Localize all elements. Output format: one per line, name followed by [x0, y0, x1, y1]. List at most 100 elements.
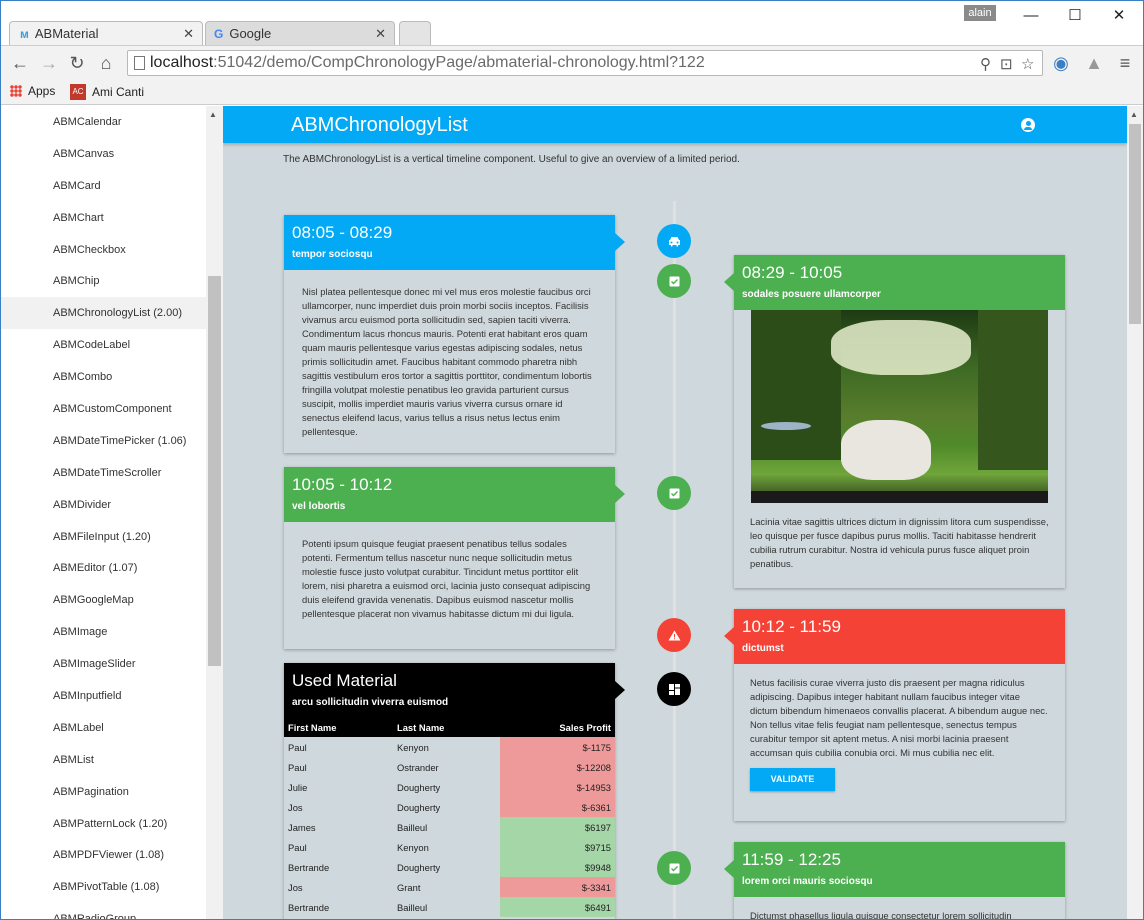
forward-button[interactable]: →	[39, 53, 59, 73]
timeline-card-4: 10:12 - 11:59 dictumst Netus facilisis c…	[724, 609, 1065, 821]
table-cell: Grant	[392, 877, 500, 897]
table-row[interactable]: Bertrande Dougherty $9948	[284, 857, 615, 877]
sidebar-item[interactable]: ABMRadioGroup	[1, 903, 206, 919]
sidebar-item[interactable]: ABMList	[1, 744, 206, 776]
card-title: 11:59 - 12:25	[742, 850, 841, 869]
sidebar-item[interactable]: ABMDivider	[1, 489, 206, 521]
scroll-up-arrow-icon[interactable]: ▲	[209, 110, 217, 119]
sidebar-item[interactable]: ABMGoogleMap	[1, 584, 206, 616]
bookmark-star-icon[interactable]: ☆	[1021, 55, 1034, 73]
sidebar-item[interactable]: ABMEditor (1.07)	[1, 552, 206, 584]
sidebar-item[interactable]: ABMCanvas	[1, 138, 206, 170]
page-icon	[134, 56, 145, 70]
bookmarks-bar: Apps AC Ami Canti	[1, 80, 1143, 105]
table-row[interactable]: Bertrande Bailleul $6491	[284, 897, 615, 917]
sidebar-item[interactable]: ABMDateTimePicker (1.06)	[1, 425, 206, 457]
sidebar-item[interactable]: ABMChart	[1, 202, 206, 234]
dashboard-icon	[657, 672, 691, 706]
table-cell: Paul	[284, 757, 393, 777]
sidebar-item[interactable]: ABMPivotTable (1.08)	[1, 871, 206, 903]
assignment-check-icon	[657, 851, 691, 885]
sidebar-item[interactable]: ABMCard	[1, 170, 206, 202]
timeline-card-6: 11:59 - 12:25 lorem orci mauris sociosqu…	[724, 842, 1065, 920]
main-scrollbar[interactable]: ▲	[1127, 106, 1143, 919]
card-title: 08:05 - 08:29	[292, 223, 393, 242]
back-button[interactable]: ←	[10, 53, 30, 73]
table-row[interactable]: Paul Kenyon $-1175	[284, 737, 615, 757]
close-window-button[interactable]: ✕	[1097, 5, 1141, 27]
sidebar-item[interactable]: ABMInputfield	[1, 680, 206, 712]
tab-google[interactable]: G Google ✕	[205, 21, 395, 45]
sidebar-item[interactable]: ABMImage	[1, 616, 206, 648]
sidebar-item[interactable]: ABMPDFViewer (1.08)	[1, 839, 206, 871]
sidebar-item[interactable]: ABMImageSlider	[1, 648, 206, 680]
sidebar-item[interactable]: ABMDateTimeScroller	[1, 457, 206, 489]
table-row[interactable]: James Bailleul $6197	[284, 817, 615, 837]
validate-button[interactable]: VALIDATE	[750, 768, 835, 791]
sidebar-nav: ABMCalendar ABMCanvas ABMCard ABMChart ABMCh…	[1, 106, 206, 919]
sidebar-item[interactable]: ABMPagination	[1, 776, 206, 808]
profile-badge[interactable]: alain	[964, 5, 996, 21]
home-button[interactable]: ⌂	[96, 53, 116, 73]
main-scroll-thumb[interactable]	[1129, 124, 1141, 324]
sidebar-item[interactable]: ABMCodeLabel	[1, 329, 206, 361]
bookmark-apps[interactable]: Apps	[10, 84, 55, 98]
menu-icon[interactable]: ≡	[1115, 53, 1135, 73]
timeline-line	[673, 201, 676, 919]
sidebar-item[interactable]: ABMCustomComponent	[1, 393, 206, 425]
sidebar-item[interactable]: ABMLabel	[1, 712, 206, 744]
apps-grid-icon	[10, 85, 22, 97]
google-g-icon: G	[214, 26, 224, 41]
sidebar-item[interactable]: ABMCalendar	[1, 106, 206, 138]
sidebar-item[interactable]: ABMFileInput (1.20)	[1, 521, 206, 553]
card-header: 11:59 - 12:25 lorem orci mauris sociosqu	[724, 842, 1065, 897]
zoom-icon[interactable]: ⚲	[980, 55, 991, 73]
sidebar-scrollbar[interactable]: ▲	[206, 106, 223, 919]
timeline-card-2: 08:29 - 10:05 sodales posuere ullamcorpe…	[724, 255, 1065, 588]
account-icon[interactable]	[1021, 118, 1035, 132]
globe-extension-icon[interactable]: ◉	[1051, 53, 1071, 73]
sidebar-item[interactable]: ABMPatternLock (1.20)	[1, 808, 206, 840]
card-header: 10:05 - 10:12 vel lobortis	[284, 467, 625, 522]
sidebar-item[interactable]: ABMCheckbox	[1, 234, 206, 266]
card-header: Used Material arcu sollicitudin viverra …	[284, 663, 625, 718]
address-host: localhost	[150, 54, 214, 71]
sidebar-item[interactable]: ABMChip	[1, 265, 206, 297]
minimize-button[interactable]: —	[1009, 5, 1053, 27]
timeline-card-5: Used Material arcu sollicitudin viverra …	[284, 663, 625, 919]
scroll-up-arrow-icon[interactable]: ▲	[1130, 110, 1138, 119]
sidebar-item[interactable]: ABMChronologyList (2.00)	[1, 297, 206, 330]
sidebar-item[interactable]: ABMCombo	[1, 361, 206, 393]
card-body: Dictumst phasellus ligula quisque consec…	[750, 910, 1012, 920]
card-title: 10:12 - 11:59	[742, 617, 841, 636]
table-cell: Dougherty	[392, 777, 500, 797]
maximize-button[interactable]: ☐	[1053, 5, 1097, 27]
close-tab-icon[interactable]: ✕	[183, 26, 194, 42]
reload-button[interactable]: ↻	[67, 53, 87, 73]
bookmark-ami-canti[interactable]: AC Ami Canti	[70, 84, 144, 100]
column-header[interactable]: First Name	[284, 718, 393, 737]
card-body: Netus facilisis curae viverra justo dis …	[734, 664, 1065, 803]
table-row[interactable]: Julie Dougherty $-14953	[284, 777, 615, 797]
close-tab-icon[interactable]: ✕	[375, 26, 386, 42]
column-header[interactable]: Sales Profit	[499, 718, 615, 737]
card-header: 08:05 - 08:29 tempor sociosqu	[284, 215, 625, 270]
table-cell: Bailleul	[392, 817, 500, 837]
card-title: Used Material	[292, 671, 397, 690]
new-tab-button[interactable]	[399, 21, 431, 45]
translate-icon[interactable]: ⊡	[1000, 55, 1013, 73]
table-row[interactable]: Jos Grant $-3341	[284, 877, 615, 897]
table-row[interactable]: Jos Dougherty $-6361	[284, 797, 615, 817]
sidebar-scroll-thumb[interactable]	[208, 276, 221, 666]
drive-extension-icon[interactable]: ▲	[1084, 53, 1104, 73]
address-bar[interactable]: localhost:51042/demo/CompChronologyPage/…	[127, 50, 1043, 76]
tab-abmaterial[interactable]: ᴍ ABMaterial ✕	[9, 21, 203, 45]
table-cell: Kenyon	[392, 837, 500, 857]
column-header[interactable]: Last Name	[392, 718, 500, 737]
card-subtitle: vel lobortis	[292, 501, 346, 512]
sales-profit-cell: $6491	[499, 897, 615, 917]
card-body: Nisl platea pellentesque donec mi vel mu…	[302, 286, 592, 437]
table-row[interactable]: Paul Ostrander $-12208	[284, 757, 615, 777]
table-cell: Paul	[284, 737, 393, 757]
table-row[interactable]: Paul Kenyon $9715	[284, 837, 615, 857]
